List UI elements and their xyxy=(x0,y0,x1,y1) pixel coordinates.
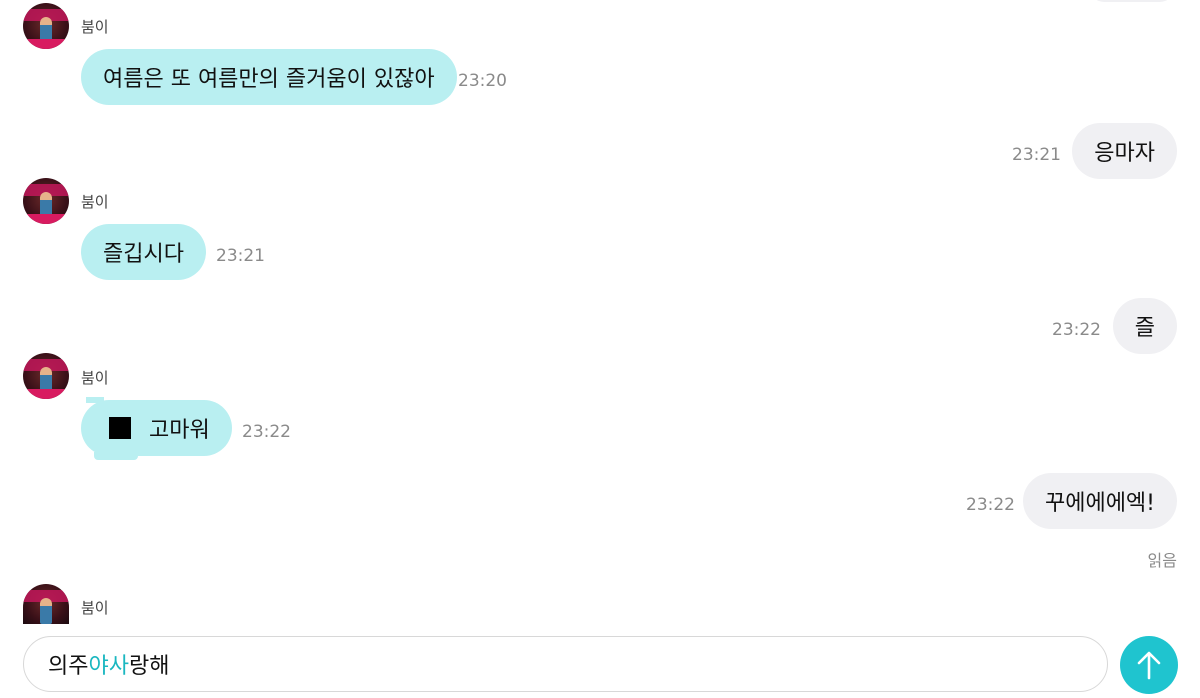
read-receipt: 읽음 xyxy=(1147,551,1177,570)
outgoing-message-bubble[interactable]: 꾸에에에엑! xyxy=(1022,473,1177,529)
message-text: 즐깁시다 xyxy=(103,242,184,267)
previous-outgoing-bubble[interactable] xyxy=(1090,0,1174,2)
message-text: 고마워 xyxy=(149,418,210,443)
message-time: 23:22 xyxy=(966,495,1015,515)
sender-name: 붐이 xyxy=(81,369,109,387)
avatar[interactable] xyxy=(23,3,69,49)
avatar[interactable] xyxy=(23,178,69,224)
message-text: 응마자 xyxy=(1094,141,1155,166)
message-text: 여름은 또 여름만의 즐거움이 있잖아 xyxy=(103,67,435,92)
incoming-message-bubble[interactable]: 즐깁시다 xyxy=(81,224,206,280)
outgoing-message-bubble[interactable]: 응마자 xyxy=(1072,123,1177,179)
message-time: 23:21 xyxy=(1012,145,1061,165)
arrow-up-icon xyxy=(1137,651,1161,680)
input-text: 의주야사랑해 xyxy=(48,654,170,679)
send-button[interactable] xyxy=(1120,636,1178,694)
message-time: 23:22 xyxy=(242,422,291,442)
message-text: 즐 xyxy=(1134,316,1155,341)
incoming-message-bubble[interactable]: 여름은 또 여름만의 즐거움이 있잖아 xyxy=(81,49,457,105)
message-time: 23:22 xyxy=(1052,320,1101,340)
black-square-emoji-icon xyxy=(109,417,131,439)
sender-name: 붐이 xyxy=(81,18,109,36)
message-input[interactable]: 의주야사랑해 xyxy=(23,636,1108,692)
message-time: 23:21 xyxy=(216,246,265,266)
outgoing-message-bubble[interactable]: 즐 xyxy=(1112,298,1177,354)
incoming-message-bubble[interactable]: 고마워 xyxy=(81,400,232,456)
avatar[interactable] xyxy=(23,353,69,399)
sender-name: 붐이 xyxy=(81,599,109,617)
input-text-highlight: 야사 xyxy=(88,654,129,679)
message-text: 꾸에에에엑! xyxy=(1044,491,1155,516)
message-time: 23:20 xyxy=(458,71,507,91)
sender-name: 붐이 xyxy=(81,193,109,211)
chat-screen: 붐이 여름은 또 여름만의 즐거움이 있잖아 23:20 23:21 응마자 붐… xyxy=(0,0,1200,698)
avatar[interactable] xyxy=(23,584,69,624)
